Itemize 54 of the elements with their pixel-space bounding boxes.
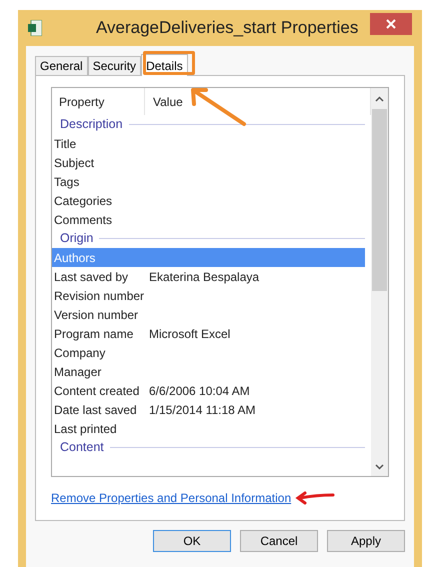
property-name: Last saved by: [53, 268, 130, 286]
property-row[interactable]: Tags: [52, 172, 365, 191]
window-title: AverageDeliveries_start Properties: [96, 17, 358, 40]
pointer-arrow-icon: [188, 86, 248, 128]
close-icon: [386, 19, 396, 29]
group-heading: Description: [60, 116, 123, 134]
tab[interactable]: General: [35, 56, 88, 75]
scroll-up-icon[interactable]: [375, 96, 384, 102]
property-name: Authors: [53, 250, 96, 266]
pointer-arrow-icon: [295, 491, 336, 505]
close-button[interactable]: [370, 13, 412, 35]
property-name: Program name: [53, 326, 134, 342]
property-row[interactable]: Date last saved 1/15/2014 11:18 AM: [52, 400, 365, 419]
property-value: 1/15/2014 11:18 AM: [148, 402, 256, 418]
property-row[interactable]: Subject: [52, 153, 365, 172]
group-heading: Origin: [60, 230, 94, 248]
property-row[interactable]: Company: [52, 343, 365, 362]
scroll-thumb[interactable]: [372, 109, 387, 291]
property-value: Ekaterina Bespalaya: [148, 268, 260, 286]
property-name: Date last saved: [53, 402, 138, 418]
property-row[interactable]: Manager: [52, 362, 365, 381]
property-name: Revision number: [53, 288, 145, 304]
property-name: Version number: [53, 306, 140, 324]
property-row[interactable]: Categories: [52, 191, 365, 210]
property-name: Categories: [53, 192, 114, 210]
property-row[interactable]: Comments: [52, 210, 365, 229]
tab[interactable]: Security: [88, 56, 142, 75]
dialog-button[interactable]: Cancel: [240, 530, 318, 552]
dialog-button[interactable]: OK: [153, 530, 231, 552]
property-row[interactable]: Content created 6/6/2006 10:04 AM: [52, 381, 365, 400]
column-header[interactable]: Property: [52, 88, 145, 115]
highlight-frame: [143, 51, 195, 75]
property-name: Tags: [53, 174, 80, 190]
property-name: Subject: [53, 154, 96, 172]
scroll-down-icon[interactable]: [375, 464, 384, 470]
property-row[interactable]: Title: [52, 134, 365, 153]
property-row[interactable]: Last saved by Ekaterina Bespalaya: [52, 267, 365, 286]
property-name: Comments: [53, 212, 114, 228]
property-row[interactable]: Program name Microsoft Excel: [52, 324, 365, 343]
group-heading: Content: [60, 439, 104, 456]
property-value: Microsoft Excel: [148, 326, 230, 342]
property-name: Last printed: [53, 420, 118, 438]
property-value: 6/6/2006 10:04 AM: [148, 382, 250, 400]
property-name: Title: [53, 136, 78, 152]
spreadsheet-icon: [28, 20, 42, 36]
dialog-button[interactable]: Apply: [327, 530, 405, 552]
property-name: Manager: [53, 364, 102, 380]
property-row[interactable]: Last printed: [52, 419, 365, 438]
property-row[interactable]: Version number: [52, 305, 365, 324]
property-name: Company: [53, 344, 106, 362]
remove-properties-link[interactable]: Remove Properties and Personal Information: [51, 489, 292, 507]
scrollbar[interactable]: [371, 88, 388, 476]
property-name: Content created: [53, 382, 140, 400]
property-row[interactable]: Revision number: [52, 286, 365, 305]
